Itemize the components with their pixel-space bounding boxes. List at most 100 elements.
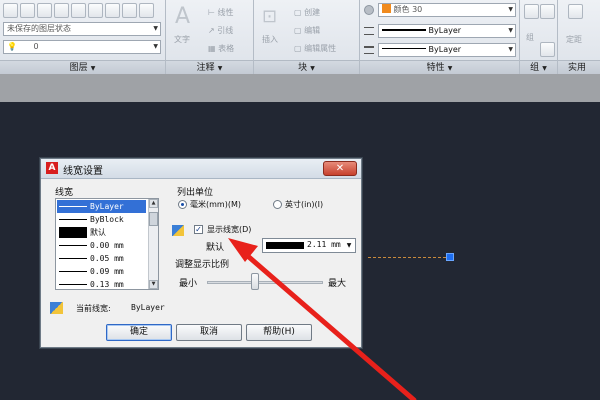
color-swatch bbox=[382, 4, 391, 13]
close-button[interactable]: ✕ bbox=[323, 161, 357, 176]
linetype-value: ByLayer bbox=[428, 26, 462, 35]
edit-block-button[interactable]: ▢ 编辑 bbox=[294, 25, 320, 36]
color-value: 颜色 30 bbox=[393, 5, 423, 14]
text-icon[interactable]: A bbox=[175, 4, 190, 29]
panel-title-annotation-label: 注释 bbox=[196, 63, 215, 73]
layer-toolbar-row bbox=[3, 2, 162, 18]
scale-min-label: 最小 bbox=[179, 279, 198, 289]
layer-state-value: 未保存的图层状态 bbox=[7, 24, 71, 33]
chevron-down-icon: ▼ bbox=[447, 65, 453, 72]
groups-panel: 组 组 ▼ bbox=[520, 0, 558, 74]
panel-title-utilities[interactable]: 实用 bbox=[558, 60, 600, 74]
list-item[interactable]: 0.09 mm bbox=[57, 265, 146, 278]
layer-unlock-icon[interactable] bbox=[139, 2, 154, 18]
linetype-combo[interactable]: ByLayer ▼ bbox=[378, 24, 516, 38]
utilities-label: 定距 bbox=[566, 35, 582, 44]
drawing-tab-strip bbox=[0, 74, 600, 102]
help-button[interactable]: 帮助(H) bbox=[246, 324, 312, 341]
leader-button[interactable]: ↗ 引线 bbox=[208, 25, 233, 36]
chevron-down-icon: ▼ bbox=[310, 65, 315, 72]
annotation-panel: A 文字 ⊢ 线性 ↗ 引线 ▦ 表格 注释 ▼ bbox=[166, 0, 254, 74]
panel-title-layers-label: 图层 bbox=[69, 63, 88, 73]
layer-isolate-icon[interactable] bbox=[37, 2, 52, 18]
chevron-down-icon: ▼ bbox=[346, 242, 352, 249]
panel-title-properties-label: 特性 bbox=[426, 63, 445, 73]
insert-block-icon[interactable]: ⊡ bbox=[262, 6, 277, 27]
list-item-label: 0.09 mm bbox=[90, 267, 124, 276]
text-label: 文字 bbox=[174, 35, 190, 44]
group-select-icon[interactable] bbox=[540, 42, 555, 57]
create-block-label: 创建 bbox=[304, 8, 321, 17]
list-item[interactable]: ByLayer bbox=[57, 200, 146, 213]
table-label: 表格 bbox=[218, 44, 235, 53]
line-sample bbox=[59, 258, 87, 259]
list-item[interactable]: ByBlock bbox=[57, 213, 146, 226]
lineweights-header: 线宽 bbox=[55, 188, 74, 198]
measure-icon[interactable] bbox=[568, 4, 583, 19]
lineweight-swatch bbox=[266, 242, 304, 249]
line-sample bbox=[59, 227, 87, 238]
display-lineweight-checkbox[interactable]: ✓ bbox=[194, 225, 203, 234]
dialog-title: 线宽设置 bbox=[63, 166, 103, 177]
chevron-down-icon: ▼ bbox=[508, 27, 513, 34]
panel-title-annotation[interactable]: 注释 ▼ bbox=[166, 60, 253, 74]
panel-title-block[interactable]: 块 ▼ bbox=[254, 60, 359, 74]
dialog-titlebar[interactable]: A 线宽设置 ✕ bbox=[41, 159, 361, 179]
unit-mm-radio[interactable] bbox=[178, 200, 187, 209]
default-lineweight-combo[interactable]: 2.11 mm ▼ bbox=[262, 238, 356, 253]
grip-handle[interactable] bbox=[446, 253, 454, 261]
list-item[interactable]: 0.13 mm bbox=[57, 278, 146, 289]
chevron-down-icon: ▼ bbox=[542, 65, 547, 72]
layer-state-combo[interactable]: 未保存的图层状态 ▼ bbox=[3, 22, 161, 36]
layer-states-icon[interactable] bbox=[20, 2, 35, 18]
insert-label: 插入 bbox=[262, 35, 278, 44]
color-combo[interactable]: 颜色 30 ▼ bbox=[378, 3, 516, 17]
lineweight-combo[interactable]: ByLayer ▼ bbox=[378, 43, 516, 57]
layer-off-icon[interactable] bbox=[88, 2, 103, 18]
table-button[interactable]: ▦ 表格 bbox=[208, 43, 234, 54]
layer-freeze-icon[interactable] bbox=[105, 2, 120, 18]
list-item-label: 默认 bbox=[90, 228, 106, 237]
current-lineweight-label: 当前线宽: bbox=[76, 304, 111, 313]
panel-title-groups-label: 组 bbox=[530, 63, 540, 73]
scroll-up-icon[interactable]: ▲ bbox=[149, 199, 158, 208]
list-item-label: 0.13 mm bbox=[90, 280, 124, 289]
layer-properties-icon[interactable] bbox=[3, 2, 18, 18]
lineweight-sample bbox=[382, 48, 426, 49]
unit-in-radio[interactable] bbox=[273, 200, 282, 209]
list-item[interactable]: 0.05 mm bbox=[57, 252, 146, 265]
scale-slider-thumb[interactable] bbox=[251, 273, 259, 290]
scale-max-label: 最大 bbox=[328, 279, 347, 289]
ok-button[interactable]: 确定 bbox=[106, 324, 172, 341]
layer-combo[interactable]: 💡 0 ▼ bbox=[3, 40, 161, 54]
chevron-down-icon: ▼ bbox=[90, 65, 96, 72]
scroll-thumb[interactable] bbox=[149, 212, 158, 226]
layer-lock-icon[interactable] bbox=[122, 2, 137, 18]
list-scrollbar[interactable]: ▲ ▼ bbox=[148, 199, 158, 289]
unit-in-label: 英寸(in)(I) bbox=[285, 200, 324, 209]
scale-slider-track[interactable] bbox=[207, 281, 323, 284]
selected-line[interactable] bbox=[368, 257, 446, 258]
list-item[interactable]: 默认 bbox=[57, 226, 146, 239]
chevron-down-icon: ▼ bbox=[508, 6, 513, 13]
linear-dim-button[interactable]: ⊢ 线性 bbox=[208, 7, 234, 18]
lineweight-list[interactable]: ByLayer ByBlock 默认 0.00 mm 0.05 mm 0.09 … bbox=[55, 198, 159, 290]
line-sample bbox=[59, 219, 87, 220]
ungroup-icon[interactable] bbox=[540, 4, 555, 19]
panel-title-properties[interactable]: 特性 ▼ bbox=[360, 60, 519, 74]
layer-previous-icon[interactable] bbox=[71, 2, 86, 18]
panel-title-groups[interactable]: 组 ▼ bbox=[520, 60, 557, 74]
cancel-button[interactable]: 取消 bbox=[176, 324, 242, 341]
chevron-down-icon: ▼ bbox=[217, 65, 223, 72]
list-item[interactable]: 0.00 mm bbox=[57, 239, 146, 252]
unit-mm-label: 毫米(mm)(M) bbox=[190, 200, 241, 209]
panel-title-layers[interactable]: 图层 ▼ bbox=[0, 60, 165, 74]
edit-attributes-button[interactable]: ▢ 编辑属性 bbox=[294, 43, 336, 54]
line-sample bbox=[59, 206, 87, 207]
layer-match-icon[interactable] bbox=[54, 2, 69, 18]
group-icon[interactable] bbox=[524, 4, 539, 19]
scroll-down-icon[interactable]: ▼ bbox=[149, 280, 158, 289]
match-properties-icon[interactable] bbox=[364, 5, 374, 15]
current-lineweight-icon bbox=[50, 302, 63, 314]
create-block-button[interactable]: ▢ 创建 bbox=[294, 7, 320, 18]
